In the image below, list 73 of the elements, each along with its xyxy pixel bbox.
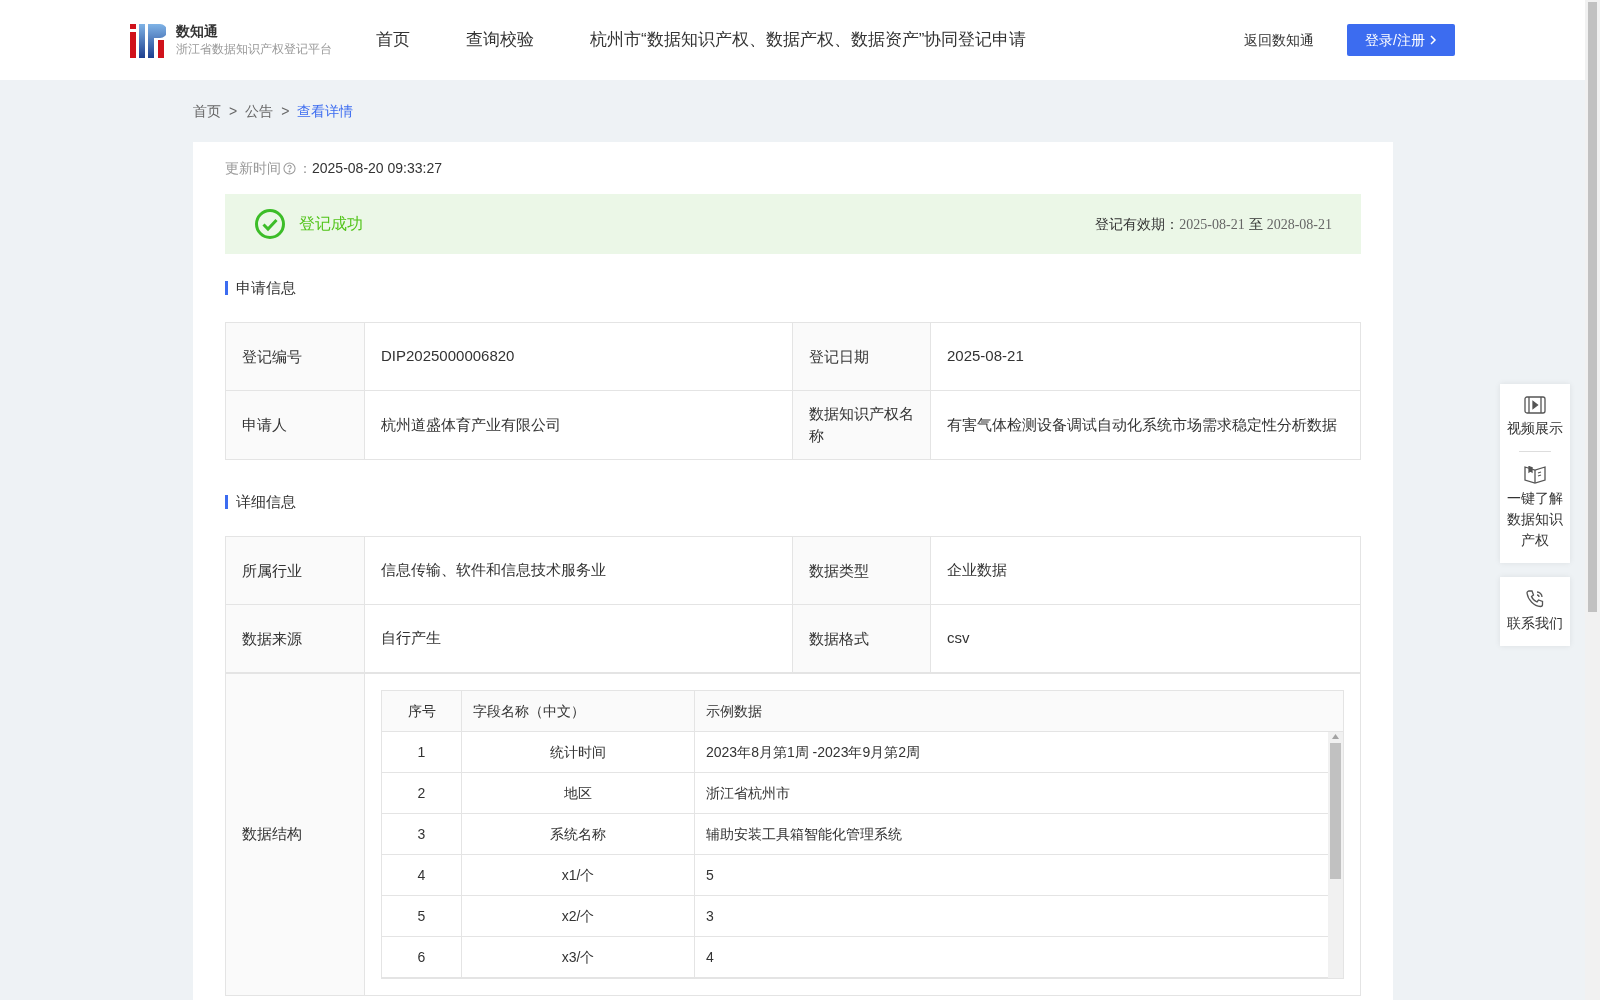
field-label: 登记日期 (809, 346, 869, 367)
field-label: 登记编号 (242, 346, 302, 367)
table-cell-text: x1/个 (561, 865, 595, 885)
field-value: 信息传输、软件和信息技术服务业 (381, 560, 606, 581)
table-cell-text: 5 (706, 865, 714, 885)
field-label: 申请人 (242, 415, 287, 435)
breadcrumb-link[interactable]: 首页 (193, 100, 221, 122)
column-header: 示例数据 (706, 701, 762, 721)
back-link[interactable]: 返回数知通 (1244, 29, 1314, 51)
table-cell-text: 系统名称 (550, 824, 606, 844)
film-icon (1524, 396, 1546, 414)
field-value: 杭州道盛体育产业有限公司 (381, 414, 561, 435)
nav-link[interactable]: 首页 (376, 27, 410, 53)
chevron-right-icon (1428, 34, 1437, 46)
table-cell-text: 4 (706, 947, 714, 967)
field-label: 数据类型 (809, 560, 869, 581)
nav-link[interactable]: 杭州市“数据知识产权、数据产权、数据资产”协同登记申请 (590, 27, 1027, 53)
table-cell-text: 6 (417, 947, 426, 967)
scrollbar[interactable] (1328, 732, 1343, 978)
status-text: 登记成功 (299, 214, 363, 234)
scroll-up-icon (1332, 734, 1339, 739)
field-label: 所属行业 (242, 560, 302, 581)
phone-icon (1525, 589, 1545, 609)
column-header: 字段名称（中文） (473, 701, 585, 721)
validity-date: 2028-08-21 (1266, 215, 1332, 234)
help-icon (283, 161, 296, 175)
table-cell-text: 3 (706, 906, 714, 926)
validity-separator: 至 (1248, 214, 1263, 234)
table-cell-text: 3 (417, 824, 426, 844)
table-cell-text: 2 (417, 783, 426, 803)
login-button[interactable]: 登录/注册 (1347, 24, 1455, 56)
updated-label: 更新时间 (225, 158, 281, 178)
check-circle-icon (254, 208, 286, 240)
field-value: 企业数据 (947, 560, 1007, 581)
field-value: csv (947, 628, 970, 649)
field-value: 2025-08-21 (947, 346, 1024, 367)
table-cell-text: 4 (417, 865, 426, 885)
table-cell-text: 浙江省杭州市 (706, 783, 790, 803)
table-cell-text: 辅助安装工具箱智能化管理系统 (706, 824, 902, 844)
field-label: 数据结构 (242, 824, 302, 845)
column-header: 序号 (407, 701, 436, 721)
table-cell-text: 地区 (564, 783, 592, 803)
validity-label: 登记有效期： (1095, 214, 1180, 234)
nav-link[interactable]: 查询校验 (466, 27, 534, 53)
updated-colon: ： (298, 158, 312, 178)
table-cell-text: x2/个 (561, 906, 595, 926)
table-cell-text: 2023年8月第1周 -2023年9月第2周 (706, 742, 920, 762)
field-value: DIP2025000006820 (381, 346, 515, 367)
side-button[interactable]: 联系我们 (1502, 577, 1568, 646)
field-value: 有害气体检测设备调试自动化系统市场需求稳定性分析数据 (947, 414, 1337, 435)
updated-time: 2025-08-20 09:33:27 (312, 158, 442, 178)
field-label: 数据知识产权名称 (809, 404, 914, 446)
table-cell-text: x3/个 (561, 947, 595, 967)
page-scrollbar[interactable] (1585, 0, 1600, 1000)
breadcrumb-separator: > (281, 101, 290, 121)
field-label: 数据来源 (242, 628, 302, 649)
validity-date: 2025-08-21 (1179, 215, 1245, 234)
table-cell-text: 统计时间 (550, 742, 606, 762)
book-icon (1524, 464, 1546, 484)
logo-icon (130, 22, 166, 58)
breadcrumb-separator: > (229, 101, 238, 121)
field-label: 数据格式 (809, 628, 869, 649)
breadcrumb-link[interactable]: 公告 (245, 100, 274, 122)
site-title: 数知通 (176, 22, 219, 40)
side-button[interactable]: 一键了解数据知识产权 (1501, 452, 1569, 563)
section-title: 详细信息 (236, 491, 296, 512)
side-button[interactable]: 视频展示 (1501, 384, 1569, 451)
table-cell-text: 5 (417, 906, 426, 926)
table-cell-text: 1 (417, 742, 426, 762)
section-title: 申请信息 (236, 277, 296, 298)
site-subtitle: 浙江省数据知识产权登记平台 (176, 41, 332, 58)
breadcrumb-link[interactable]: 查看详情 (297, 100, 354, 122)
field-value: 自行产生 (381, 628, 441, 649)
